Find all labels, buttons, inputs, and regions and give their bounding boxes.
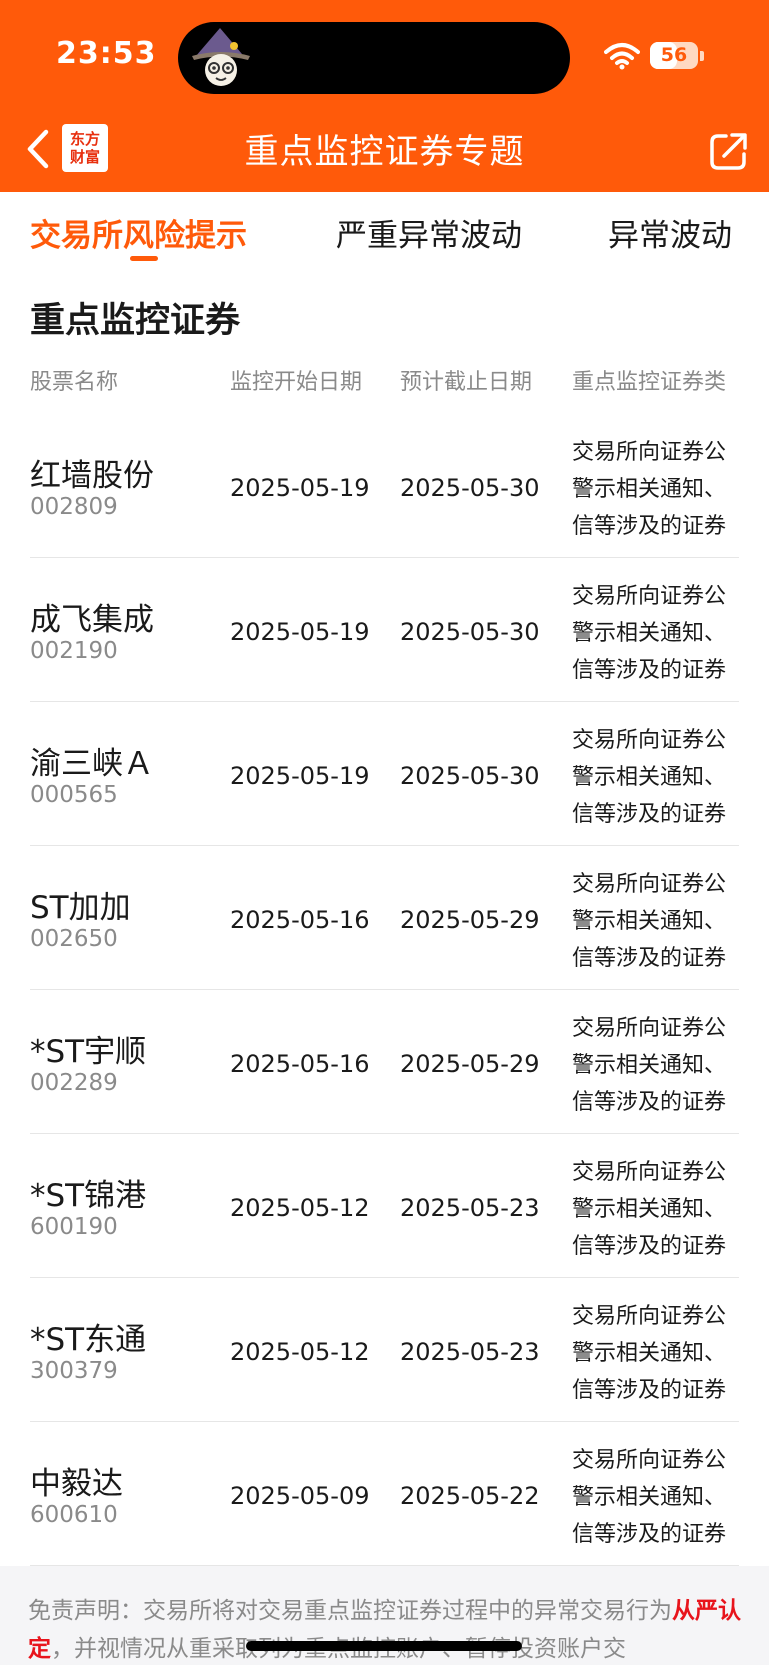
monitor-end-date: 2025-05-30	[400, 474, 540, 502]
monitor-type: 交易所向证券公 警示相关通知、 信等涉及的证券	[572, 578, 769, 690]
monitor-type: 交易所向证券公 警示相关通知、 信等涉及的证券	[572, 1154, 769, 1266]
table-row[interactable]: *ST锦港 600190 2025-05-12 2025-05-23 交易所向证券公 警示…	[0, 1134, 769, 1278]
monitor-type-line: 信等涉及的证券	[572, 802, 727, 827]
monitor-end-date: 2025-05-29	[400, 1050, 540, 1078]
monitor-type: 交易所向证券公 警示相关通知、 信等涉及的证券	[572, 1010, 769, 1122]
monitor-end-date: 2025-05-30	[400, 762, 540, 790]
monitor-type-line: 信等涉及的证券	[572, 1522, 727, 1547]
table-row[interactable]: 成飞集成 002190 2025-05-19 2025-05-30 交易所向证券公 警示相…	[0, 558, 769, 702]
monitor-type: 交易所向证券公 警示相关通知、 信等涉及的证券	[572, 1298, 769, 1410]
monitor-start-date: 2025-05-16	[230, 906, 370, 934]
stock-name: 渝三峡Ａ	[30, 746, 154, 782]
monitor-start-date: 2025-05-16	[230, 1050, 370, 1078]
app-header: 23:53 56 东方 财富 重点监控证券专题	[0, 0, 769, 192]
active-tab-indicator	[130, 256, 158, 261]
stock-name: *ST锦港	[30, 1178, 147, 1214]
share-button[interactable]	[708, 130, 750, 172]
stock-name: *ST东通	[30, 1322, 147, 1358]
mascot-avatar-icon	[192, 28, 250, 86]
battery-indicator: 56	[650, 42, 698, 69]
monitor-type: 交易所向证券公 警示相关通知、 信等涉及的证券	[572, 434, 769, 546]
tab-abnormal[interactable]: 异常波动	[608, 210, 732, 255]
monitor-type-line: 交易所向证券公	[572, 584, 727, 609]
monitor-start-date: 2025-05-19	[230, 618, 370, 646]
monitor-type-line: 交易所向证券公	[572, 872, 727, 897]
wifi-icon	[604, 43, 640, 70]
monitor-start-date: 2025-05-19	[230, 474, 370, 502]
monitor-type-line: 交易所向证券公	[572, 1304, 727, 1329]
table-row[interactable]: 中毅达 600610 2025-05-09 2025-05-22 交易所向证券公 警示相关…	[0, 1422, 769, 1566]
monitor-type-line: 警示相关通知、	[572, 1197, 727, 1222]
monitor-end-date: 2025-05-29	[400, 906, 540, 934]
monitor-start-date: 2025-05-09	[230, 1482, 370, 1510]
table-row[interactable]: 红墙股份 002809 2025-05-19 2025-05-30 交易所向证券公 警示相…	[0, 414, 769, 558]
share-icon	[710, 133, 747, 170]
disclaimer-text: 免责声明：交易所将对交易重点监控证券过程中的异常交易行为从严认定，并视情况从重采…	[28, 1592, 744, 1665]
table-row[interactable]: *ST东通 300379 2025-05-12 2025-05-23 交易所向证券公 警示…	[0, 1278, 769, 1422]
battery-level-text: 56	[660, 44, 688, 66]
tab-exchange-risk[interactable]: 交易所风险提示	[30, 210, 247, 255]
monitor-type-line: 警示相关通知、	[572, 477, 727, 502]
monitor-type-line: 交易所向证券公	[572, 1448, 727, 1473]
stock-code: 000565	[30, 782, 118, 808]
monitor-start-date: 2025-05-12	[230, 1338, 370, 1366]
header-end-date: 预计截止日期	[400, 370, 533, 395]
monitor-type-line: 警示相关通知、	[572, 621, 727, 646]
stock-code: 600610	[30, 1502, 118, 1528]
monitor-end-date: 2025-05-23	[400, 1338, 540, 1366]
stock-code: 002289	[30, 1070, 118, 1096]
stock-code: 300379	[30, 1358, 118, 1384]
monitor-type-line: 警示相关通知、	[572, 1485, 727, 1510]
monitor-type: 交易所向证券公 警示相关通知、 信等涉及的证券	[572, 866, 769, 978]
monitor-type-line: 信等涉及的证券	[572, 946, 727, 971]
monitor-type: 交易所向证券公 警示相关通知、 信等涉及的证券	[572, 1442, 769, 1554]
home-indicator[interactable]	[246, 1641, 522, 1651]
monitor-end-date: 2025-05-30	[400, 618, 540, 646]
stock-code: 600190	[30, 1214, 118, 1240]
stock-code: 002650	[30, 926, 118, 952]
monitor-end-date: 2025-05-22	[400, 1482, 540, 1510]
stock-code: 002809	[30, 494, 118, 520]
monitor-type-line: 信等涉及的证券	[572, 658, 727, 683]
monitor-type-line: 交易所向证券公	[572, 1016, 727, 1041]
header-type: 重点监控证券类	[572, 370, 727, 395]
monitor-start-date: 2025-05-12	[230, 1194, 370, 1222]
stock-name: 红墙股份	[30, 458, 154, 494]
battery-cap	[700, 51, 704, 61]
monitor-type-line: 警示相关通知、	[572, 1341, 727, 1366]
monitor-type-line: 交易所向证券公	[572, 728, 727, 753]
stock-name: 中毅达	[30, 1466, 123, 1502]
monitor-type-line: 信等涉及的证券	[572, 1234, 727, 1259]
section-title: 重点监控证券	[30, 301, 241, 341]
stock-name: *ST宇顺	[30, 1034, 147, 1070]
table-row[interactable]: *ST宇顺 002289 2025-05-16 2025-05-29 交易所向证券公 警示…	[0, 990, 769, 1134]
app-screen: 23:53 56 东方 财富 重点监控证券专题 交易所风险提示 严重异常波动 异…	[0, 0, 769, 1665]
monitor-type-line: 信等涉及的证券	[572, 1090, 727, 1115]
status-time: 23:53	[56, 36, 157, 71]
monitor-type-line: 信等涉及的证券	[572, 1378, 727, 1403]
monitor-type-line: 警示相关通知、	[572, 1053, 727, 1078]
table-header: 股票名称 监控开始日期 预计截止日期 重点监控证券类	[0, 364, 769, 400]
stock-name: 成飞集成	[30, 602, 154, 638]
stock-code: 002190	[30, 638, 118, 664]
monitor-type: 交易所向证券公 警示相关通知、 信等涉及的证券	[572, 722, 769, 834]
header-start-date: 监控开始日期	[230, 370, 363, 395]
page-title: 重点监控证券专题	[244, 132, 525, 172]
disclaimer-prefix: 免责声明：交易所将对交易重点监控证券过程中的异常交易行为	[28, 1598, 672, 1624]
stock-name: ST加加	[30, 890, 131, 926]
monitor-type-line: 交易所向证券公	[572, 440, 727, 465]
tab-severe-abnormal[interactable]: 严重异常波动	[336, 210, 522, 255]
monitor-type-line: 警示相关通知、	[572, 765, 727, 790]
monitor-end-date: 2025-05-23	[400, 1194, 540, 1222]
header-stock-name: 股票名称	[30, 370, 119, 395]
stock-table: 红墙股份 002809 2025-05-19 2025-05-30 交易所向证券公 警示相…	[0, 414, 769, 1566]
table-row[interactable]: 渝三峡Ａ 000565 2025-05-19 2025-05-30 交易所向证券公 警示相…	[0, 702, 769, 846]
table-row[interactable]: ST加加 002650 2025-05-16 2025-05-29 交易所向证券公 警示相…	[0, 846, 769, 990]
monitor-type-line: 信等涉及的证券	[572, 514, 727, 539]
monitor-type-line: 交易所向证券公	[572, 1160, 727, 1185]
monitor-start-date: 2025-05-19	[230, 762, 370, 790]
monitor-type-line: 警示相关通知、	[572, 909, 727, 934]
